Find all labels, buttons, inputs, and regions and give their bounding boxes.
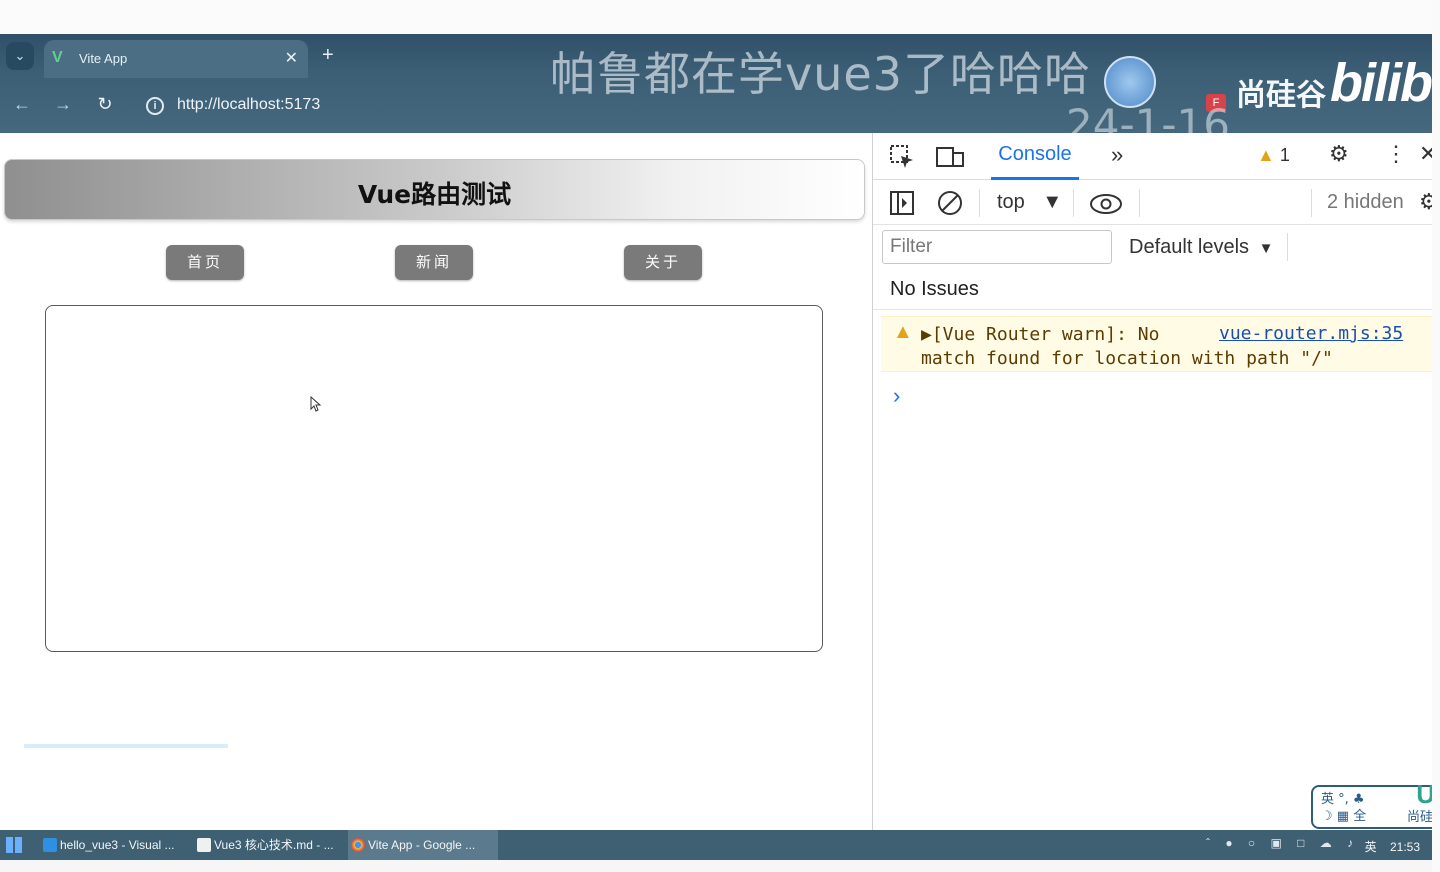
console-filter-input[interactable]: Filter xyxy=(882,230,1112,264)
expand-triangle-icon[interactable]: ▶ xyxy=(921,324,932,345)
browser-chrome: ⌄ V Vite App ✕ + 帕鲁都在学vue3了哈哈哈 尚硅谷 bilib… xyxy=(0,34,1440,149)
router-view-container xyxy=(45,305,823,652)
warning-icon: ▲ xyxy=(1257,145,1275,165)
document-icon xyxy=(197,838,211,852)
issues-status[interactable]: No Issues xyxy=(890,278,979,301)
log-levels-value: Default levels xyxy=(1129,236,1250,258)
page-header: Vue路由测试 xyxy=(4,159,865,220)
clear-console-icon[interactable] xyxy=(937,190,963,216)
tab-console[interactable]: Console xyxy=(991,143,1079,180)
context-select-value: top xyxy=(997,191,1025,213)
console-prompt-icon[interactable]: › xyxy=(893,383,900,409)
nav-link-news[interactable]: 新闻 xyxy=(395,245,473,280)
hidden-messages-count: 2 hidden xyxy=(1327,191,1404,213)
ime-toolbar[interactable]: 英 °, ♣ ☽ ▦ 全 U 尚硅 xyxy=(1311,779,1439,829)
separator xyxy=(979,189,980,217)
vite-favicon-icon: V xyxy=(52,49,63,66)
input-language-indicator[interactable]: 英 xyxy=(1365,840,1377,854)
dropdown-caret-icon: ▼ xyxy=(1042,191,1063,213)
nav-link-about[interactable]: 关于 xyxy=(624,245,702,280)
taskbar: hello_vue3 - Visual ... Vue3 核心技术.md - .… xyxy=(0,830,1432,860)
taskbar-item-label: Vue3 核心技术.md - ... xyxy=(214,838,334,852)
screen-right-edge xyxy=(1432,0,1440,872)
ime-brand: 尚硅 xyxy=(1406,810,1433,825)
tab-title: Vite App xyxy=(79,51,128,66)
start-windows-icon[interactable] xyxy=(6,837,22,853)
ime-status-line1: 英 °, ♣ xyxy=(1321,792,1365,807)
settings-gear-icon[interactable]: ⚙ xyxy=(1329,141,1349,167)
address-bar[interactable]: http://localhost:5173 xyxy=(177,96,320,114)
inspect-element-icon[interactable] xyxy=(889,144,915,170)
tab-close-icon[interactable]: ✕ xyxy=(285,48,298,68)
screen-bottom-strip xyxy=(0,860,1440,872)
divider xyxy=(873,309,1432,310)
reload-icon[interactable]: ↻ xyxy=(93,94,117,115)
forward-arrow-icon[interactable]: → xyxy=(51,94,75,115)
tab-search-dropdown-icon[interactable]: ⌄ xyxy=(6,42,34,70)
warning-icon: ▲ xyxy=(893,321,913,343)
warning-message-line1: [Vue Router warn]: No xyxy=(931,324,1160,345)
devtools-tab-bar: Console » ▲ 1 ⚙ ⋮ ✕ xyxy=(873,133,1437,180)
log-levels-select[interactable]: Default levels ▼ xyxy=(1129,236,1273,259)
separator xyxy=(1311,189,1312,217)
new-tab-button[interactable]: + xyxy=(322,44,334,67)
system-tray: 英 21:53 xyxy=(1365,838,1420,855)
chrome-icon xyxy=(351,838,365,852)
warning-counter[interactable]: ▲ 1 xyxy=(1257,145,1290,166)
separator xyxy=(1139,189,1140,217)
taskbar-item-label: Vite App - Google ... xyxy=(368,838,476,852)
clock[interactable]: 21:53 xyxy=(1390,840,1420,854)
warning-source-link[interactable]: vue-router.mjs:35 xyxy=(1219,323,1403,344)
separator xyxy=(1287,233,1288,261)
console-toolbar: top ▼ 2 hidden ⚙ xyxy=(873,181,1439,225)
taskbar-item-label: hello_vue3 - Visual ... xyxy=(60,838,175,852)
live-expression-eye-icon[interactable] xyxy=(1089,193,1123,215)
mouse-cursor-icon xyxy=(310,396,322,412)
site-info-icon[interactable]: i xyxy=(146,97,164,115)
console-warning-message[interactable]: ▲ ▶[Vue Router warn]: No match found for… xyxy=(881,316,1433,372)
device-toolbar-icon[interactable] xyxy=(935,144,965,170)
loading-line xyxy=(24,744,228,748)
nav-link-home[interactable]: 首页 xyxy=(166,245,244,280)
separator xyxy=(1073,189,1074,217)
warning-count: 1 xyxy=(1279,145,1290,165)
vscode-icon xyxy=(43,838,57,852)
taskbar-item-chrome[interactable]: Vite App - Google ... xyxy=(348,830,498,860)
devtools-panel: Console » ▲ 1 ⚙ ⋮ ✕ top ▼ 2 hidden ⚙ Fil… xyxy=(872,133,1439,830)
back-arrow-icon[interactable]: ← xyxy=(10,94,34,115)
screen-top-strip xyxy=(0,0,1440,34)
page-title: Vue路由测试 xyxy=(357,180,512,209)
warning-message-line2: match found for location with path "/" xyxy=(921,348,1333,369)
more-tabs-icon[interactable]: » xyxy=(1111,142,1123,168)
system-tray-icons[interactable]: ˆ ● ○ ▣ □ ☁ ♪ xyxy=(1206,836,1359,850)
taskbar-item-vscode[interactable]: hello_vue3 - Visual ... xyxy=(40,830,190,860)
more-options-icon[interactable]: ⋮ xyxy=(1385,141,1407,167)
context-select[interactable]: top ▼ xyxy=(997,191,1062,214)
ime-status: 英 °, ♣ ☽ ▦ 全 xyxy=(1321,791,1366,825)
ime-status-line2: ☽ ▦ 全 xyxy=(1321,809,1367,824)
browser-tab-active[interactable]: V Vite App ✕ xyxy=(44,40,308,78)
dropdown-caret-icon: ▼ xyxy=(1258,240,1274,257)
taskbar-item-typora[interactable]: Vue3 核心技术.md - ... xyxy=(194,830,344,860)
sidebar-toggle-icon[interactable] xyxy=(889,190,915,216)
page-viewport: Vue路由测试 首页 新闻 关于 xyxy=(0,133,872,830)
